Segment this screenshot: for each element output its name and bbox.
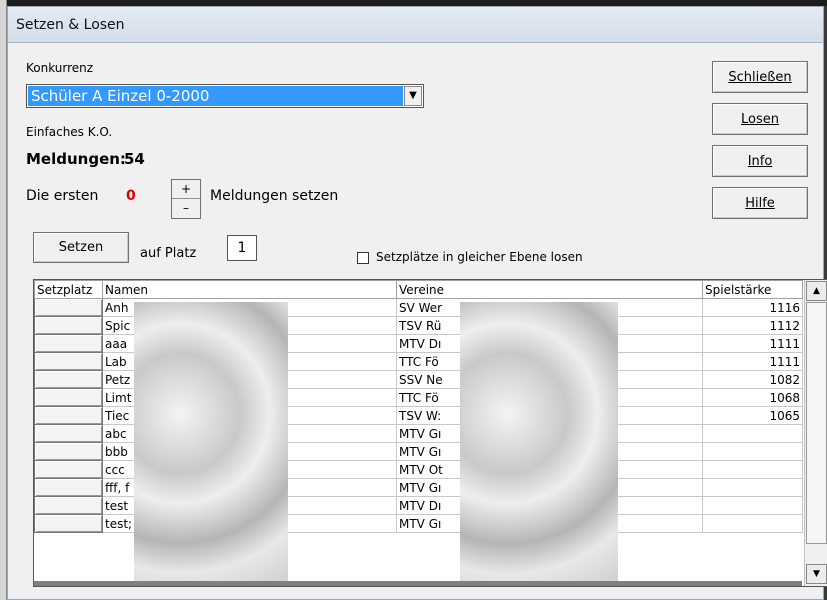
setzplatz-cell[interactable] xyxy=(34,298,103,317)
rating-cell[interactable]: 1082 xyxy=(702,370,803,389)
info-button-label: Info xyxy=(747,153,773,169)
rating-cell[interactable]: 1112 xyxy=(702,316,803,335)
rating-cell[interactable] xyxy=(702,424,803,443)
close-button-label: Schließen xyxy=(728,69,792,85)
setzplaetze-checkbox-label: Setzplätze in gleicher Ebene losen xyxy=(376,250,583,264)
close-button[interactable]: Schließen xyxy=(712,61,808,93)
draw-button-label: Losen xyxy=(741,111,779,127)
setzplatz-cell[interactable] xyxy=(34,460,103,479)
draw-button[interactable]: Losen xyxy=(712,103,808,135)
meldungen-count: 54 xyxy=(124,150,145,168)
vertical-scrollbar[interactable]: ▲ ▼ xyxy=(804,280,827,586)
setzen-prefix-label: Die ersten xyxy=(26,188,99,204)
setzplatz-cell[interactable] xyxy=(34,478,103,497)
help-button[interactable]: Hilfe xyxy=(712,187,808,219)
setzplaetze-checkbox[interactable] xyxy=(357,252,369,264)
modus-label: Einfaches K.O. xyxy=(26,125,113,139)
rating-cell[interactable] xyxy=(702,442,803,461)
screen-edge-left xyxy=(0,0,7,600)
setzplatz-cell[interactable] xyxy=(34,406,103,425)
setzplatz-cell[interactable] xyxy=(34,442,103,461)
setzen-stepper[interactable]: + – xyxy=(171,179,201,219)
chevron-down-icon[interactable]: ▼ xyxy=(404,86,422,106)
setzen-button[interactable]: Setzen xyxy=(33,232,129,263)
scroll-up-icon[interactable]: ▲ xyxy=(806,281,827,301)
entries-grid: Setzplatz Namen Vereine Spielstärke Anh S… xyxy=(33,279,827,587)
konkurrenz-select[interactable]: Schüler A Einzel 0-2000 ▼ xyxy=(26,84,424,108)
rating-cell[interactable]: 1065 xyxy=(702,406,803,425)
setzplatz-cell[interactable] xyxy=(34,352,103,371)
grid-footer-bar xyxy=(34,581,802,586)
setzplatz-cell[interactable] xyxy=(34,370,103,389)
column-header-namen[interactable]: Namen xyxy=(102,280,397,299)
help-button-label: Hilfe xyxy=(745,195,775,211)
column-header-spielstaerke[interactable]: Spielstärke xyxy=(702,280,803,299)
setzplatz-cell[interactable] xyxy=(34,496,103,515)
rating-cell[interactable] xyxy=(702,460,803,479)
setzen-suffix-label: Meldungen setzen xyxy=(210,188,339,204)
platz-input[interactable]: 1 xyxy=(227,235,257,261)
scroll-down-icon[interactable]: ▼ xyxy=(806,564,827,584)
rating-cell[interactable] xyxy=(702,514,803,533)
rating-cell[interactable] xyxy=(702,478,803,497)
rating-cell[interactable] xyxy=(702,496,803,515)
column-header-setzplatz[interactable]: Setzplatz xyxy=(34,280,103,299)
setzplatz-cell[interactable] xyxy=(34,388,103,407)
platz-label: auf Platz xyxy=(140,246,197,261)
rating-cell[interactable]: 1111 xyxy=(702,352,803,371)
setzen-count-value: 0 xyxy=(126,188,136,204)
column-header-vereine[interactable]: Vereine xyxy=(396,280,703,299)
increment-button[interactable]: + xyxy=(172,180,200,199)
dialog-window: Setzen & Losen Konkurrenz Schüler A Einz… xyxy=(7,6,827,600)
scroll-thumb[interactable] xyxy=(806,302,827,544)
setzplatz-cell[interactable] xyxy=(34,424,103,443)
setzplatz-cell[interactable] xyxy=(34,514,103,533)
window-title: Setzen & Losen xyxy=(8,7,823,43)
setzplatz-cell[interactable] xyxy=(34,334,103,353)
table-header-row: Setzplatz Namen Vereine Spielstärke xyxy=(34,280,803,299)
konkurrenz-label: Konkurrenz xyxy=(26,61,94,75)
rating-cell[interactable]: 1111 xyxy=(702,334,803,353)
konkurrenz-selected-value: Schüler A Einzel 0-2000 xyxy=(28,86,403,106)
redaction-overlay-names xyxy=(134,302,288,581)
rating-cell[interactable]: 1116 xyxy=(702,298,803,317)
redaction-overlay-clubs xyxy=(460,302,618,581)
meldungen-label: Meldungen: xyxy=(26,150,126,168)
rating-cell[interactable]: 1068 xyxy=(702,388,803,407)
decrement-button[interactable]: – xyxy=(172,199,200,218)
info-button[interactable]: Info xyxy=(712,145,808,177)
setzplatz-cell[interactable] xyxy=(34,316,103,335)
